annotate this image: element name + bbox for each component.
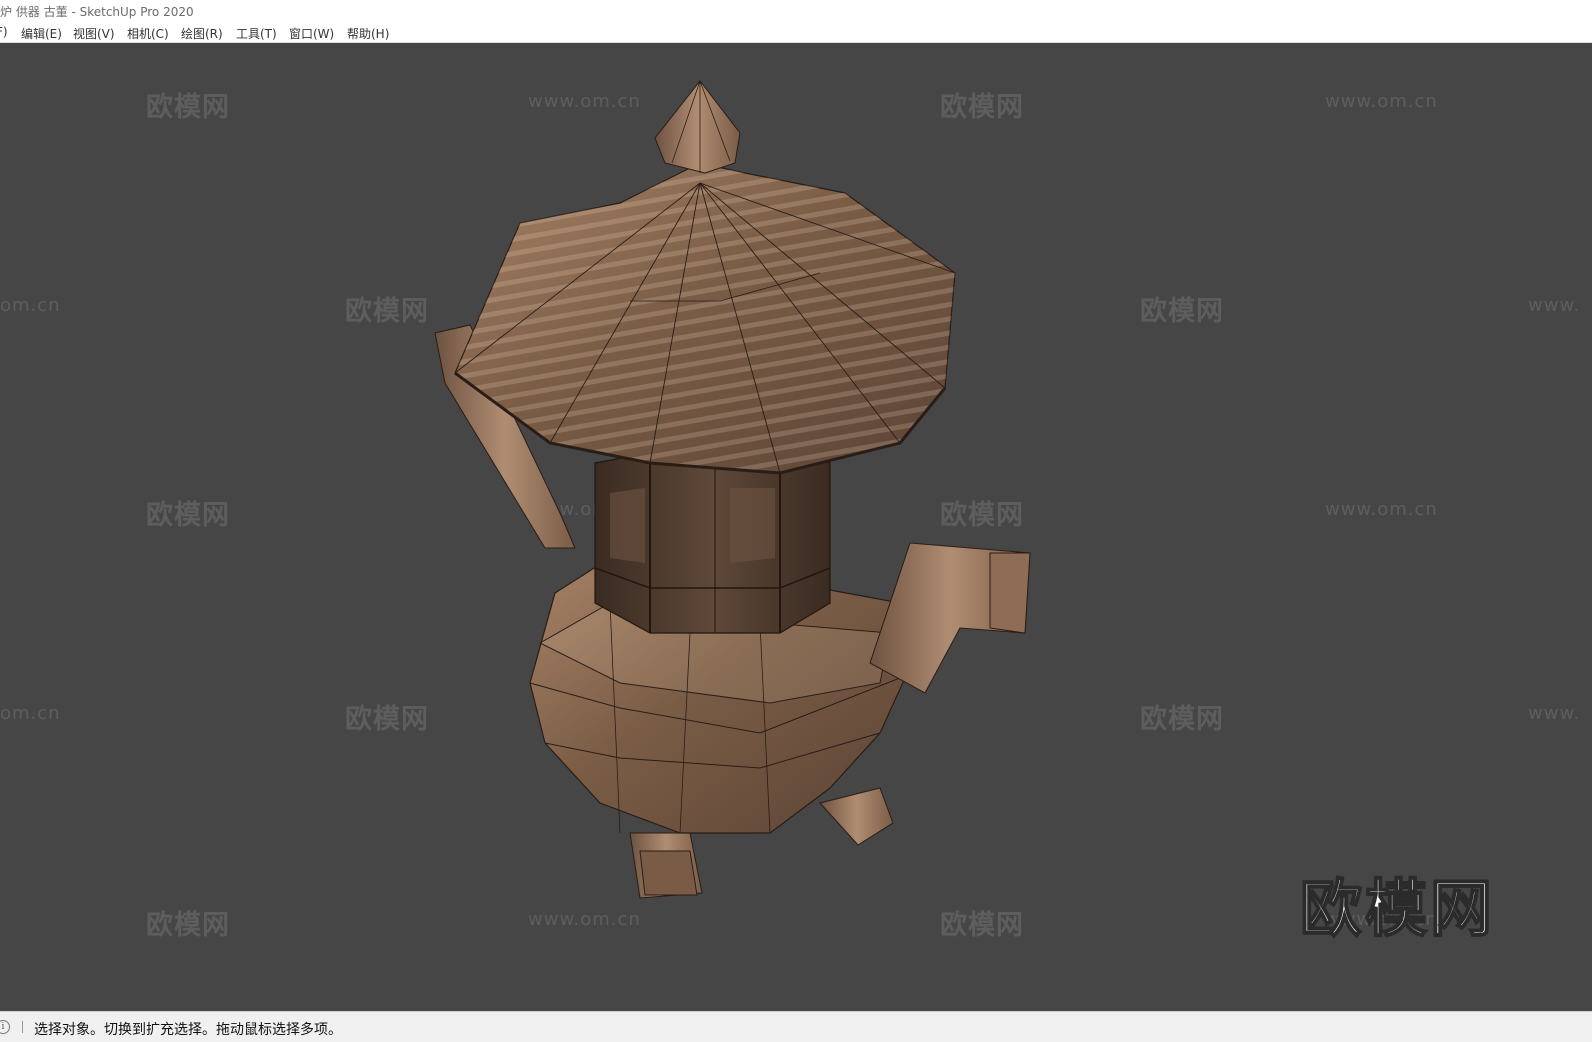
menu-edit[interactable]: 编辑(E)	[21, 25, 62, 42]
burner-lantern	[594, 452, 831, 634]
info-icon[interactable]: i	[0, 1020, 10, 1034]
menu-draw[interactable]: 绘图(R)	[181, 25, 223, 42]
menu-tools[interactable]: 工具(T)	[236, 25, 277, 42]
burner-leg-right	[819, 787, 894, 846]
watermark-logo: 欧模网	[1299, 871, 1496, 946]
menu-file[interactable]: F)	[0, 25, 8, 39]
drawing-viewport[interactable]: 欧模网 www.om.cn 欧模网 www.om.cn om.cn 欧模网 ww…	[0, 43, 1592, 1011]
burner-handle-right	[869, 542, 1031, 694]
burner-leg-left	[629, 832, 703, 899]
menu-window[interactable]: 窗口(W)	[289, 25, 334, 42]
status-bar: i 选择对象。切换到扩充选择。拖动鼠标选择多项。	[0, 1011, 1592, 1042]
status-separator	[22, 1021, 23, 1033]
burner-roof	[454, 162, 956, 475]
status-message: 选择对象。切换到扩充选择。拖动鼠标选择多项。	[34, 1022, 342, 1038]
menu-help[interactable]: 帮助(H)	[347, 25, 389, 42]
menu-view[interactable]: 视图(V)	[73, 25, 115, 42]
title-bar: 炉 供器 古董 - SketchUp Pro 2020	[0, 0, 1592, 22]
burner-finial	[654, 80, 741, 174]
menu-camera[interactable]: 相机(C)	[127, 25, 169, 42]
menu-bar: F) 编辑(E) 视图(V) 相机(C) 绘图(R) 工具(T) 窗口(W) 帮…	[0, 22, 1592, 43]
window-title: 炉 供器 古董 - SketchUp Pro 2020	[0, 5, 194, 19]
